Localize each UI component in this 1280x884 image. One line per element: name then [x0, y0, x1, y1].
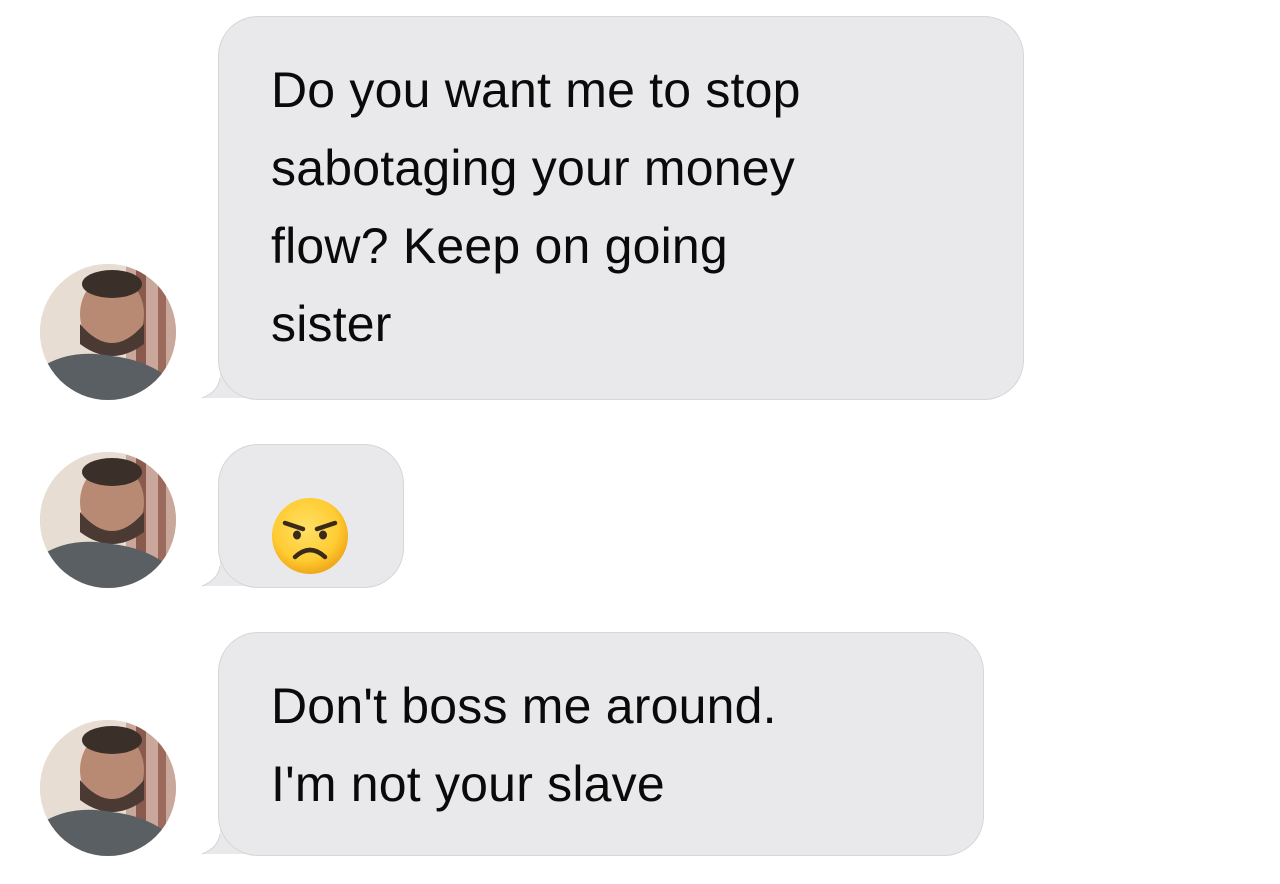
message-text-line: sister [271, 296, 392, 352]
avatar-photo-icon [40, 720, 176, 856]
message-text-line: flow? Keep on going [271, 218, 728, 274]
message-bubble[interactable] [218, 444, 404, 588]
message-bubble[interactable]: Do you want me to stop sabotaging your m… [218, 16, 1024, 400]
message-text-line: I'm not your slave [271, 756, 665, 812]
message-bubble[interactable]: Don't boss me around. I'm not your slave [218, 632, 984, 856]
message-text-line: sabotaging your money [271, 140, 795, 196]
contact-avatar[interactable] [40, 720, 176, 856]
message-row: Don't boss me around. I'm not your slave [0, 610, 1280, 884]
contact-avatar[interactable] [40, 264, 176, 400]
avatar-photo-icon [40, 264, 176, 400]
message-text-line: Do you want me to stop [271, 62, 801, 118]
message-row [0, 420, 1280, 610]
message-thread: Do you want me to stop sabotaging your m… [0, 0, 1280, 884]
contact-avatar[interactable] [40, 452, 176, 588]
message-text-line: Don't boss me around. [271, 678, 777, 734]
avatar-photo-icon [40, 452, 176, 588]
message-row: Do you want me to stop sabotaging your m… [0, 0, 1280, 420]
angry-face-icon [272, 498, 348, 574]
